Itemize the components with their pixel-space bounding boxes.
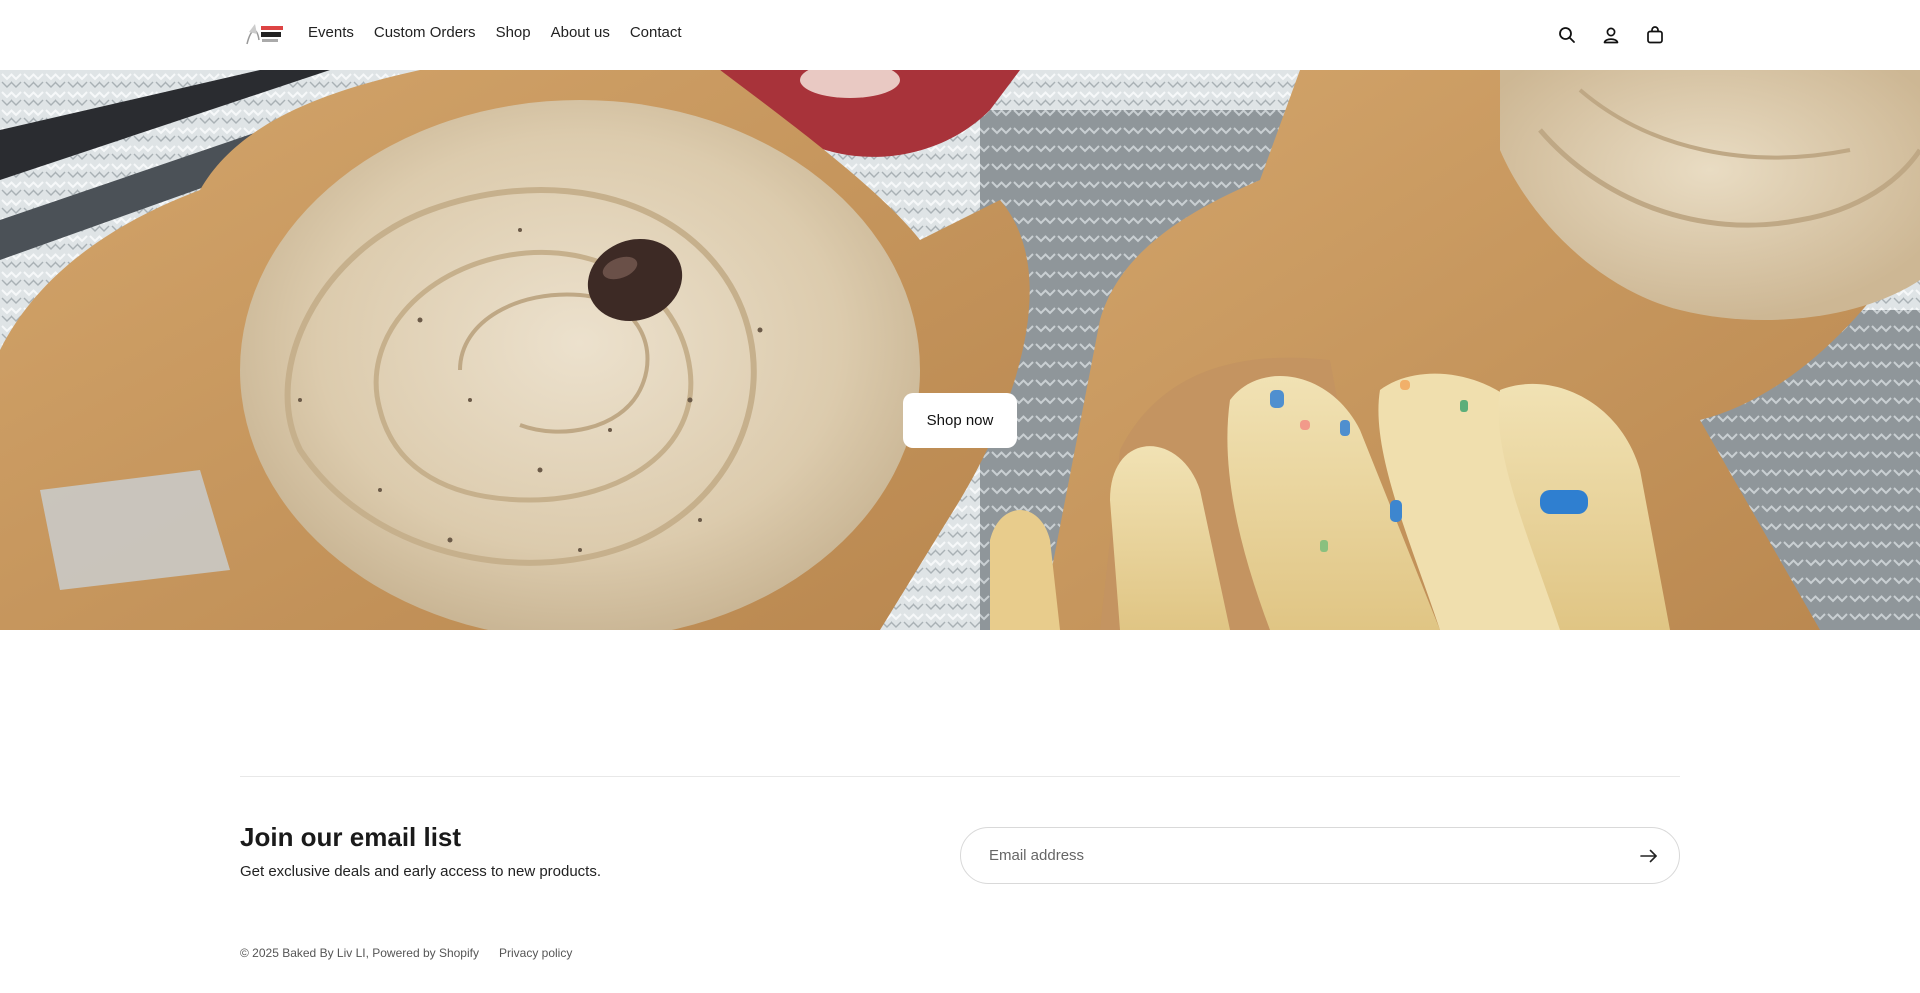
nav-link-custom-orders[interactable]: Custom Orders <box>374 24 476 41</box>
nav-link-about-us[interactable]: About us <box>551 24 610 41</box>
nav-link-events[interactable]: Events <box>308 24 354 41</box>
cart-icon[interactable] <box>1644 24 1666 46</box>
copyright-text: © 2025 Baked By Liv LI, Powered by Shopi… <box>240 946 479 960</box>
newsletter-form <box>960 827 1680 884</box>
main-nav: Events Custom Orders Shop About us Conta… <box>308 24 682 41</box>
privacy-policy-link[interactable]: Privacy policy <box>499 946 572 960</box>
account-icon[interactable] <box>1600 24 1622 46</box>
newsletter-title: Join our email list <box>240 822 462 852</box>
site-footer: © 2025 Baked By Liv LI, Powered by Shopi… <box>240 946 572 960</box>
nav-link-contact[interactable]: Contact <box>630 24 682 41</box>
arrow-right-icon[interactable] <box>1637 844 1661 868</box>
shop-now-button[interactable]: Shop now <box>903 393 1017 448</box>
nav-link-shop[interactable]: Shop <box>496 24 531 41</box>
hero-slideshow: Shop now <box>0 70 1920 630</box>
site-header: Events Custom Orders Shop About us Conta… <box>0 0 1920 70</box>
hero-image <box>0 70 1920 630</box>
newsletter-subtitle: Get exclusive deals and early access to … <box>240 863 602 880</box>
email-input[interactable] <box>989 828 1589 883</box>
section-divider <box>240 776 1680 777</box>
search-icon[interactable] <box>1556 24 1578 46</box>
header-actions <box>1556 24 1666 46</box>
site-logo[interactable] <box>243 20 287 50</box>
